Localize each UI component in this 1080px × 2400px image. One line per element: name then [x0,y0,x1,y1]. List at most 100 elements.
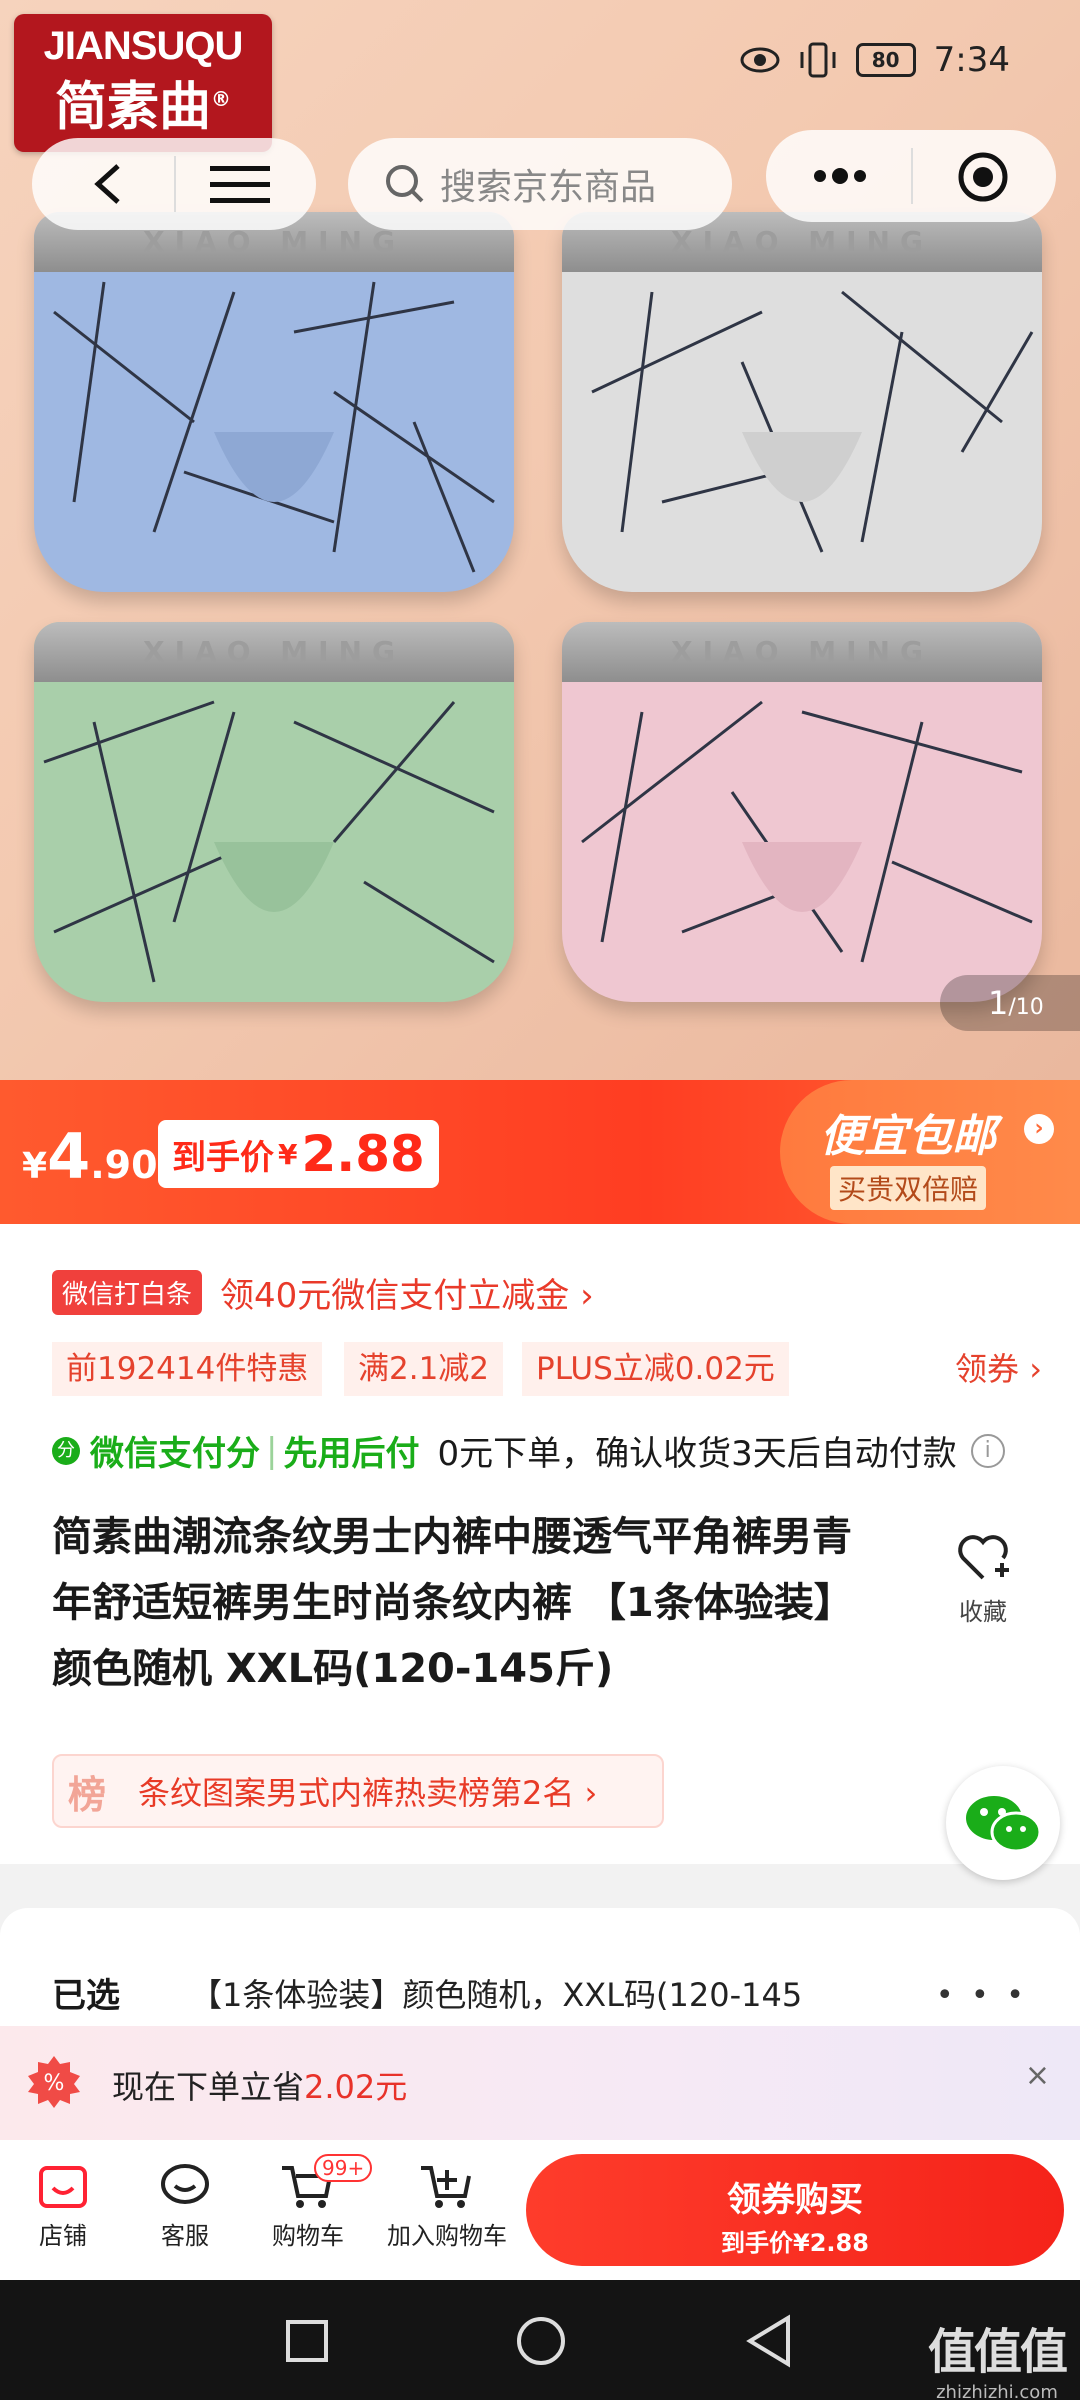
brand-logo-cn-text: 简素曲 [54,77,211,138]
get-coupon-link[interactable]: 领券 › [955,1342,1042,1396]
pay-later-desc: 0元下单，确认收货3天后自动付款 [437,1434,957,1474]
search-icon [386,165,424,203]
status-bar-right: 80 7:34 [740,40,1010,80]
service-label: 客服 [161,2222,209,2250]
coupon-chip[interactable]: PLUS立减0.02元 [522,1342,789,1396]
price-guarantee-label: 买贵双倍赔 [830,1166,987,1210]
clock: 7:34 [933,40,1010,80]
back-nav-icon[interactable] [744,2314,794,2368]
product-image-pink-briefs: XIAO MING [562,622,1042,1002]
more-options-icon[interactable]: • • • [936,1978,1028,2013]
wechat-coupon-text: 领40元微信支付立减金 › [220,1276,594,1316]
home-icon[interactable] [514,2314,568,2368]
waistband: XIAO MING [34,622,514,682]
savings-prefix: 现在下单立省 [112,2068,305,2106]
free-shipping-promo[interactable]: 便宜包邮 › 买贵双倍赔 [780,1080,1080,1224]
divider [911,148,913,204]
customer-service-button[interactable]: 客服 [150,2160,220,2251]
final-price-badge: 到手价 ¥2.88 [158,1120,439,1188]
product-image-blue-briefs: XIAO MING [34,212,514,592]
coupon-row: 前192414件特惠 满2.1减2 PLUS立减0.02元 领券 › [52,1342,1042,1398]
wechat-share-button[interactable] [946,1766,1060,1880]
chevron-right-icon: › [1024,1114,1054,1144]
site-watermark: 值值值 zhizhizhi.com [927,2312,1068,2400]
final-price-label: 到手价 [172,1137,274,1178]
info-icon[interactable]: i [970,1433,1005,1468]
price-decimal: .90 [90,1143,158,1187]
price-original: ¥4.90 [22,1120,158,1193]
back-icon[interactable] [88,162,128,206]
close-miniprogram-icon[interactable] [956,150,1010,204]
favorite-button[interactable]: 收藏 [938,1532,1028,1627]
wechat-icon [966,1796,1042,1853]
buy-label: 领券购买 [727,2180,863,2220]
ranking-badge[interactable]: 榜 条纹图案男式内裤热卖榜第2名 › [52,1754,664,1828]
stripe-pattern [591,290,1034,553]
stripe-pattern [43,700,495,983]
free-shipping-title: 便宜包邮 [820,1111,996,1162]
battery-indicator: 80 [855,43,916,77]
more-icon[interactable] [810,166,870,186]
final-price-currency: ¥ [278,1137,298,1171]
discount-icon: % [28,2056,80,2108]
vibrate-icon [800,42,836,78]
wechat-tag: 微信打白条 [52,1270,203,1315]
heart-plus-icon [958,1535,1009,1580]
add-cart-label: 加入购物车 [387,2222,507,2250]
miniprogram-capsule [766,130,1056,222]
watermark-logo: 值值值 [927,2324,1068,2380]
registered-mark: ® [211,87,231,111]
recents-icon[interactable] [284,2318,330,2364]
pay-later-label: 先用后付 [283,1434,420,1474]
selected-variant-row[interactable]: 已选 【1条体验装】颜色随机，XXL码(120-145 • • • [0,1908,1080,2028]
pay-score-brand: 微信支付分 [90,1434,260,1474]
rank-text: 条纹图案男式内裤热卖榜第2名 › [138,1774,598,1812]
search-placeholder: 搜索京东商品 [440,167,657,208]
system-navigation-bar [0,2280,1080,2400]
price-currency: ¥ [22,1146,48,1187]
pay-separator: | [266,1430,278,1471]
eye-icon [740,47,780,73]
product-title: 简素曲潮流条纹男士内裤中腰透气平角裤男青年舒适短裤男生时尚条纹内裤 【1条体验装… [52,1514,854,1692]
product-info-card: 微信打白条 领40元微信支付立减金 › 前192414件特惠 满2.1减2 PL… [0,1224,1080,1864]
shop-button[interactable]: 店铺 [28,2160,98,2251]
favorite-label: 收藏 [959,1598,1007,1626]
image-counter-current: 1 [988,984,1009,1022]
price-bar: ¥4.90 到手价 ¥2.88 便宜包邮 › 买贵双倍赔 [0,1080,1080,1224]
wechat-coupon-row[interactable]: 微信打白条 领40元微信支付立减金 › [52,1268,594,1317]
menu-icon[interactable] [208,162,272,206]
cart-button[interactable]: 99+ 购物车 [268,2154,373,2251]
image-counter-total: /10 [1008,995,1044,1020]
brand-logo: JIANSUQU 简素曲® [14,14,272,152]
cart-count-badge: 99+ [314,2154,373,2182]
add-to-cart-button[interactable]: 加入购物车 [384,2160,510,2251]
coupon-chip[interactable]: 前192414件特惠 [52,1342,323,1396]
watermark-url: zhizhizhi.com [936,2382,1058,2400]
selected-label: 已选 [52,1976,120,2016]
add-cart-icon [421,2166,471,2208]
shop-icon [39,2166,87,2208]
savings-text: 现在下单立省2.02元 [112,2062,407,2108]
buy-price: 到手价¥2.88 [721,2229,869,2257]
product-image-green-briefs: XIAO MING [34,622,514,1002]
buy-with-coupon-button[interactable]: 领券购买 到手价¥2.88 [526,2154,1064,2266]
app-root: XIAO MING XIAO MING XIAO MING XIAO MING … [0,0,1080,2400]
savings-amount: 2.02元 [304,2068,408,2106]
svg-text:%: % [44,2071,65,2096]
shop-label: 店铺 [39,2222,87,2250]
nav-left-group [32,138,316,230]
brand-logo-chinese: 简素曲® [14,69,272,137]
savings-banner: % 现在下单立省2.02元 × [0,2026,1080,2140]
price-integer: 4 [47,1120,91,1193]
pay-later-row[interactable]: 分 微信支付分 | 先用后付 0元下单，确认收货3天后自动付款 i [52,1426,1005,1475]
close-icon[interactable]: × [1025,2058,1050,2093]
stripe-pattern [53,281,495,573]
coupon-chip[interactable]: 满2.1减2 [344,1342,504,1396]
selected-value: 【1条体验装】颜色随机，XXL码(120-145 [190,1976,803,2014]
search-bar[interactable]: 搜索京东商品 [348,138,732,230]
image-counter: 1/10 [940,975,1080,1031]
waistband: XIAO MING [562,622,1042,682]
cart-label: 购物车 [272,2222,344,2250]
stripe-pattern [581,700,1033,963]
chat-bubble-icon [161,2164,209,2204]
